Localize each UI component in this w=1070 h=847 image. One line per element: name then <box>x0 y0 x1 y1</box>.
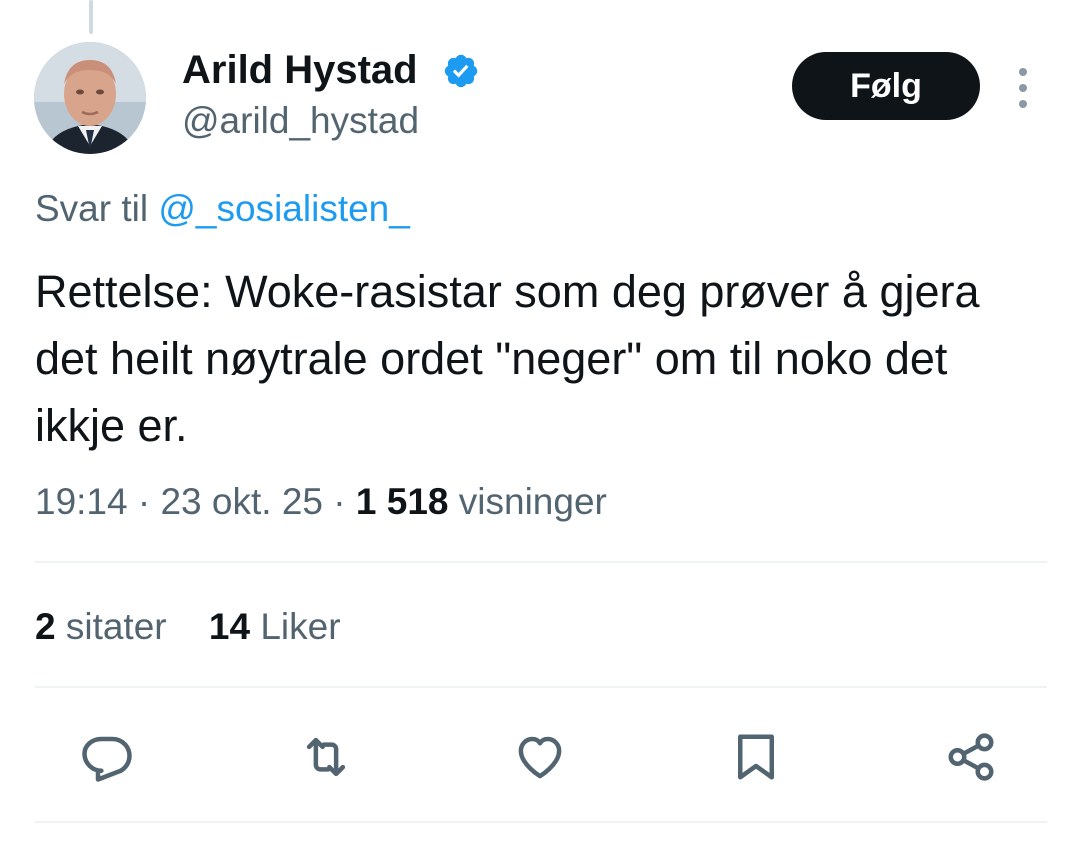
tweet-actions-bar <box>0 712 1070 802</box>
share-icon[interactable] <box>944 730 998 784</box>
tweet-meta: 19:14 · 23 okt. 25 · 1 518 visninger <box>35 479 607 525</box>
tweet-time[interactable]: 19:14 <box>35 481 128 522</box>
reply-context: Svar til @_sosialisten_ <box>35 186 410 232</box>
tweet-date[interactable]: 23 okt. 25 <box>160 481 323 522</box>
more-options-icon[interactable] <box>1012 68 1034 108</box>
display-name[interactable]: Arild Hystad <box>182 46 418 94</box>
likes-stat[interactable]: 14 Liker <box>209 606 341 647</box>
tweet-text: Rettelse: Woke-rasistar som deg prøver å… <box>35 266 980 451</box>
divider <box>35 561 1047 563</box>
thread-connector-line <box>89 0 93 34</box>
avatar[interactable] <box>34 42 146 154</box>
reply-icon[interactable] <box>80 730 134 784</box>
quotes-label: sitater <box>65 606 167 647</box>
quotes-stat[interactable]: 2 sitater <box>35 606 167 647</box>
follow-button[interactable]: Følg <box>792 52 980 120</box>
like-icon[interactable] <box>513 730 567 784</box>
likes-label: Liker <box>260 606 341 647</box>
verified-badge-icon <box>444 54 478 88</box>
divider <box>35 686 1047 688</box>
reply-prefix: Svar til <box>35 188 149 229</box>
quotes-count: 2 <box>35 606 56 647</box>
engagement-stats: 2 sitater 14 Liker <box>35 604 341 650</box>
meta-separator: · <box>323 481 356 522</box>
reply-mention-link[interactable]: @_sosialisten_ <box>158 188 409 229</box>
views-count: 1 518 <box>355 481 449 522</box>
retweet-icon[interactable] <box>299 730 353 784</box>
divider <box>35 821 1047 823</box>
user-handle[interactable]: @arild_hystad <box>182 98 419 144</box>
likes-count: 14 <box>208 606 251 647</box>
views-label: visninger <box>458 481 607 522</box>
meta-separator: · <box>127 481 161 522</box>
avatar-photo <box>34 42 146 154</box>
bookmark-icon[interactable] <box>729 730 783 784</box>
